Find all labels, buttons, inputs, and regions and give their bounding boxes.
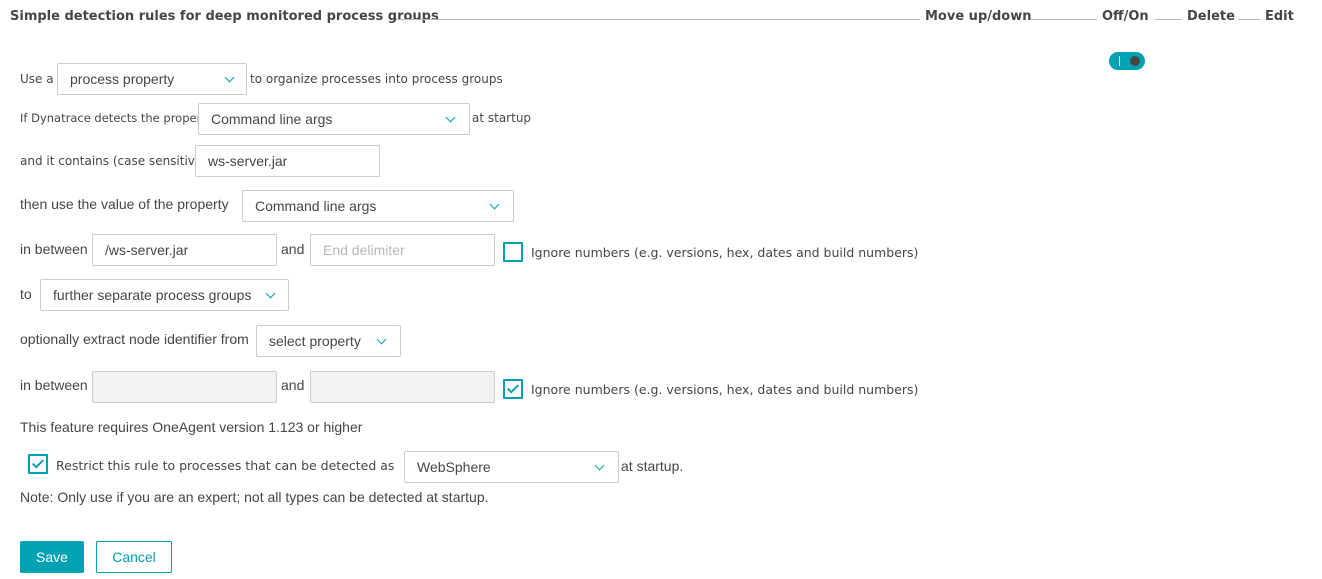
restrict-rule-label: Restrict this rule to processes that can… (56, 458, 395, 473)
separate-groups-select[interactable]: further separate process groups (40, 279, 289, 311)
use-a-label: Use a (20, 72, 54, 86)
separate-groups-value: further separate process groups (53, 287, 252, 303)
cancel-button[interactable]: Cancel (96, 541, 172, 573)
save-button[interactable]: Save (20, 541, 84, 573)
column-delete: Delete (1187, 9, 1235, 24)
chevron-down-icon (376, 334, 387, 345)
detect-property-select[interactable]: Command line args (198, 103, 470, 135)
column-move-up-down: Move up/down (925, 9, 1032, 24)
technology-value: WebSphere (417, 459, 491, 475)
value-property-select[interactable]: Command line args (242, 190, 514, 222)
column-off-on: Off/On (1102, 9, 1149, 24)
header-divider (1155, 19, 1182, 20)
and-label: and (281, 241, 305, 257)
detect-property-value: Command line args (211, 111, 333, 127)
property-type-select[interactable]: process property (57, 63, 247, 95)
restrict-rule-checkbox[interactable] (28, 454, 48, 474)
chevron-down-icon (489, 199, 500, 210)
end-delimiter-input[interactable]: End delimiter (310, 234, 495, 266)
ignore-numbers-checkbox[interactable] (503, 242, 523, 262)
header-divider (396, 19, 920, 20)
feature-requirement-note: This feature requires OneAgent version 1… (20, 419, 363, 435)
and-label: and (281, 377, 305, 393)
extract-node-label: optionally extract node identifier from (20, 331, 249, 347)
chevron-down-icon (594, 460, 605, 471)
start-delimiter-input[interactable]: /ws-server.jar (92, 234, 277, 266)
in-between-label: in between (20, 241, 88, 257)
contains-input[interactable]: ws-server.jar (195, 145, 380, 177)
node-property-select[interactable]: select property (256, 325, 401, 357)
checkmark-icon (31, 456, 45, 469)
chevron-down-icon (445, 112, 456, 123)
header-divider (1238, 19, 1260, 20)
end-delimiter-placeholder: End delimiter (323, 242, 405, 258)
node-property-value: select property (269, 333, 361, 349)
header-divider (1030, 19, 1097, 20)
section-title: Simple detection rules for deep monitore… (10, 9, 439, 24)
chevron-down-icon (265, 288, 276, 299)
chevron-down-icon (224, 72, 235, 83)
at-startup-label: at startup. (621, 458, 684, 474)
checkmark-icon (506, 381, 520, 394)
detects-property-label: If Dynatrace detects the property (20, 111, 213, 125)
value-property-value: Command line args (255, 198, 377, 214)
toggle-on-mark (1119, 56, 1120, 66)
use-value-label: then use the value of the property (20, 196, 229, 212)
ignore-numbers-label: Ignore numbers (e.g. versions, hex, date… (531, 382, 919, 397)
to-label: to (20, 286, 32, 302)
node-ignore-numbers-checkbox[interactable] (503, 379, 523, 399)
rule-enabled-toggle[interactable] (1109, 52, 1145, 70)
expert-note: Note: Only use if you are an expert; not… (20, 489, 489, 505)
ignore-numbers-label: Ignore numbers (e.g. versions, hex, date… (531, 245, 919, 260)
node-start-delimiter-input[interactable] (92, 371, 277, 403)
node-end-delimiter-input[interactable] (310, 371, 495, 403)
in-between-label: in between (20, 377, 88, 393)
at-startup-label: at startup (472, 111, 532, 125)
toggle-knob (1130, 56, 1140, 66)
contains-label: and it contains (case sensitive) (20, 154, 207, 168)
column-edit: Edit (1265, 9, 1294, 24)
technology-select[interactable]: WebSphere (404, 451, 619, 483)
property-type-value: process property (70, 71, 175, 87)
organize-label: to organize processes into process group… (250, 72, 503, 86)
